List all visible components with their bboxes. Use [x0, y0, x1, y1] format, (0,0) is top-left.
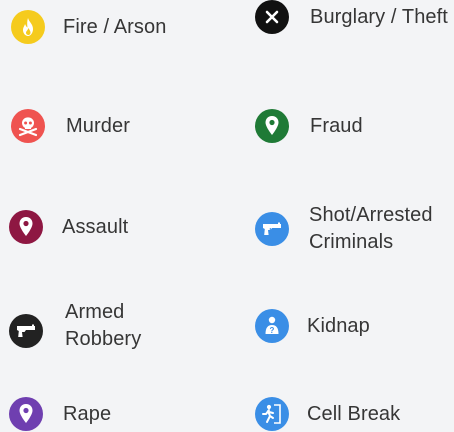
- person-alert-icon: ?: [255, 309, 289, 343]
- legend-item-fire-arson: Fire / Arson: [11, 10, 166, 44]
- legend-label: Burglary / Theft: [310, 5, 448, 28]
- legend-item-fraud: Fraud: [255, 109, 363, 143]
- legend-item-armed-robbery: Armed Robbery: [9, 299, 155, 353]
- map-pin-icon: [9, 210, 43, 244]
- legend-label: Assault: [62, 215, 129, 238]
- legend-label: Fire / Arson: [63, 15, 167, 38]
- legend-item-kidnap: ? Kidnap: [255, 309, 370, 343]
- flame-icon: [11, 10, 45, 44]
- running-exit-icon: [255, 397, 289, 431]
- legend-label: Fraud: [310, 114, 363, 137]
- map-pin-icon: [9, 397, 43, 431]
- gun-icon: [9, 314, 43, 348]
- svg-text:?: ?: [270, 326, 275, 335]
- legend-item-cell-break: Cell Break: [255, 397, 400, 431]
- legend-label: Armed Robbery: [65, 301, 142, 350]
- legend-label: Shot/Arrested Criminals: [309, 204, 433, 253]
- legend-item-rape: Rape: [9, 397, 111, 431]
- legend-item-murder: Murder: [11, 109, 130, 143]
- close-icon: [255, 0, 289, 34]
- map-pin-icon: [255, 109, 289, 143]
- legend-item-assault: Assault: [9, 210, 128, 244]
- legend-label: Cell Break: [307, 402, 401, 425]
- legend-item-shot-arrested-criminals: Shot/Arrested Criminals: [255, 202, 449, 256]
- legend-item-burglary-theft: Burglary / Theft: [255, 0, 454, 34]
- skull-icon: [11, 109, 45, 143]
- legend-label: Murder: [66, 114, 130, 137]
- legend-label: Rape: [63, 402, 112, 425]
- gun-icon: [255, 212, 289, 246]
- legend-label: Kidnap: [307, 314, 370, 337]
- crime-type-legend: Fire / Arson Burglary / Theft Murder Fra…: [0, 0, 454, 432]
